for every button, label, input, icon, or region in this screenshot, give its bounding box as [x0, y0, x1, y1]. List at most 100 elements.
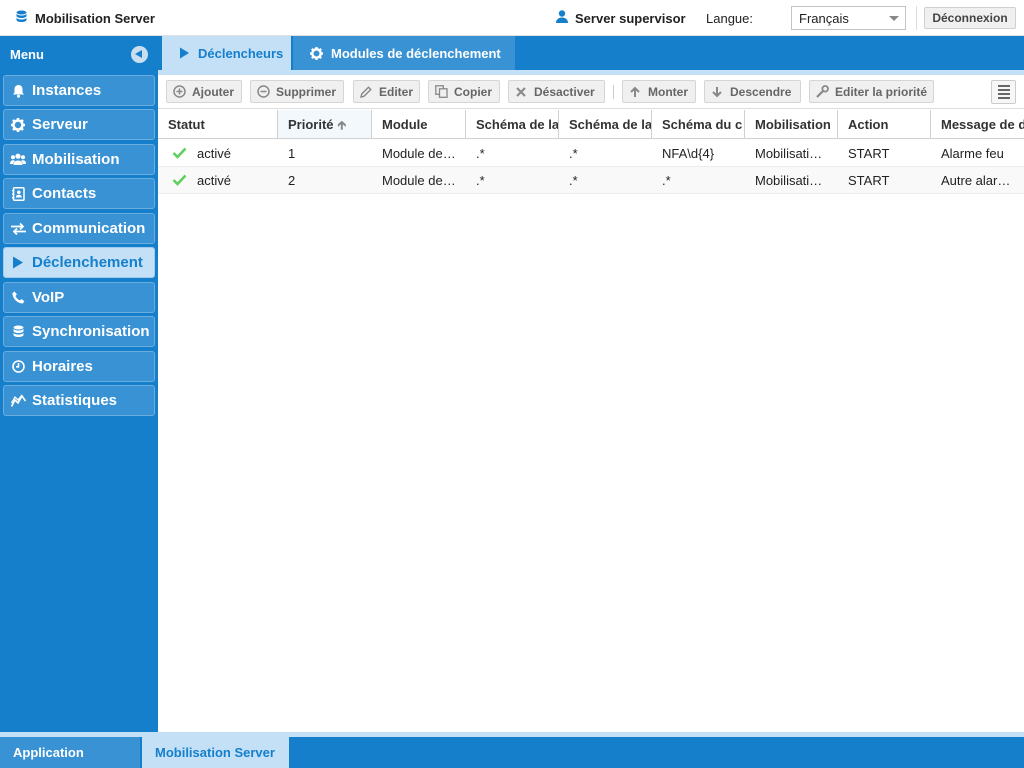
column-header-mobilisation[interactable]: Mobilisation: [745, 110, 838, 138]
sidebar-item-communication[interactable]: Communication: [3, 213, 155, 244]
copy-button[interactable]: Copier: [428, 80, 500, 103]
sidebar-item-serveur[interactable]: Serveur: [3, 109, 155, 140]
sidebar-item-contacts[interactable]: Contacts: [3, 178, 155, 209]
app-title: Mobilisation Server: [16, 10, 155, 27]
disable-button[interactable]: Désactiver: [508, 80, 605, 103]
language-label: Langue:: [706, 11, 753, 26]
cell-message: Alarme feu: [941, 146, 1004, 161]
column-header-action[interactable]: Action: [838, 110, 931, 138]
sidebar-item-label: Synchronisation: [32, 323, 150, 340]
collapse-icon[interactable]: [131, 46, 148, 63]
plus-circle-icon: [172, 85, 186, 99]
sidebar-item-label: VoIP: [32, 289, 65, 306]
address-book-icon: [10, 186, 26, 202]
sidebar-item-synchronisation[interactable]: Synchronisation: [3, 316, 155, 347]
add-button[interactable]: Ajouter: [166, 80, 242, 103]
language-value: Français: [799, 11, 849, 26]
sidebar-item-statistiques[interactable]: Statistiques: [3, 385, 155, 416]
header-divider: [916, 6, 917, 30]
cell-message: Autre alar…: [941, 173, 1011, 188]
column-menu-button[interactable]: [991, 80, 1016, 104]
sidebar-item-horaires[interactable]: Horaires: [3, 351, 155, 382]
app-title-text: Mobilisation Server: [35, 11, 155, 26]
status-text: activé: [197, 146, 231, 161]
language-select[interactable]: Français: [791, 6, 906, 30]
database-icon: [10, 324, 26, 340]
cell-schema-2: .*: [569, 146, 578, 161]
toolbar-separator: [613, 85, 614, 99]
cell-mobilisation: Mobilisati…: [755, 173, 823, 188]
tab-bar: Déclencheurs Modules de déclenchement: [158, 36, 1024, 70]
user-icon: [556, 10, 568, 26]
cell-statut: activé: [158, 140, 278, 167]
column-header-schema-1[interactable]: Schéma de la: [466, 110, 559, 138]
chevron-down-icon: [889, 16, 899, 21]
up-label: Monter: [648, 84, 688, 99]
close-icon: [514, 85, 528, 99]
exchange-icon: [10, 221, 26, 237]
sidebar-item-label: Communication: [32, 220, 146, 237]
sidebar-item-label: Statistiques: [32, 392, 118, 409]
toolbar: Ajouter Supprimer Editer Copier Désactiv…: [158, 75, 1024, 109]
sidebar-item-label: Mobilisation: [32, 151, 120, 168]
cell-schema-3: .*: [662, 173, 671, 188]
sidebar: Menu Instances Serveur Mobilisation Cont…: [0, 36, 158, 732]
user-menu[interactable]: Server supervisor: [556, 10, 686, 26]
footer-tabbar: Application Server Mobilisation Server: [0, 732, 1024, 768]
cell-module: Module de…: [382, 173, 456, 188]
logout-button[interactable]: Déconnexion: [924, 7, 1016, 29]
play-icon: [179, 47, 190, 59]
column-header-statut[interactable]: Statut: [158, 110, 278, 138]
grid-header: Statut Priorité 🡱 Module Schéma de la Sch…: [158, 110, 1024, 139]
sidebar-item-instances[interactable]: Instances: [3, 75, 155, 106]
clock-icon: [10, 359, 26, 375]
column-header-label: Priorité: [288, 117, 334, 132]
tab-modules-declenchement[interactable]: Modules de déclenchement: [293, 36, 515, 70]
sort-ascending-icon: 🡱: [337, 118, 347, 132]
cell-module: Module de…: [382, 146, 456, 161]
tab-label: Modules de déclenchement: [331, 45, 501, 61]
column-header-priorite[interactable]: Priorité 🡱: [278, 110, 372, 138]
hamburger-icon: [997, 85, 1010, 87]
column-header-schema-3[interactable]: Schéma du c: [652, 110, 745, 138]
sidebar-item-label: Instances: [32, 82, 102, 99]
disable-label: Désactiver: [534, 84, 595, 99]
column-header-message[interactable]: Message de d: [931, 110, 1024, 138]
column-header-module[interactable]: Module: [372, 110, 466, 138]
phone-icon: [10, 290, 26, 306]
play-icon: [10, 255, 26, 271]
column-header-schema-2[interactable]: Schéma de la: [559, 110, 652, 138]
sidebar-item-label: Déclenchement: [32, 254, 143, 271]
table-row[interactable]: activé 1 Module de… .* .* NFA\d{4} Mobil…: [158, 140, 1024, 167]
edit-label: Editer: [379, 84, 414, 99]
delete-button[interactable]: Supprimer: [250, 80, 344, 103]
gear-icon: [10, 117, 26, 133]
footer-tab-application-server[interactable]: Application Server: [0, 737, 140, 768]
database-icon: [16, 10, 27, 27]
table-row[interactable]: activé 2 Module de… .* .* .* Mobilisati……: [158, 167, 1024, 194]
sidebar-item-mobilisation[interactable]: Mobilisation: [3, 144, 155, 175]
tab-declencheurs[interactable]: Déclencheurs: [162, 36, 291, 70]
cell-mobilisation: Mobilisati…: [755, 146, 823, 161]
cell-statut: activé: [158, 167, 278, 194]
check-icon: [172, 168, 187, 194]
move-up-button[interactable]: Monter: [622, 80, 696, 103]
tab-label: Déclencheurs: [198, 45, 284, 61]
pencil-icon: [359, 85, 373, 99]
footer-tab-mobilisation-server[interactable]: Mobilisation Server: [142, 737, 289, 768]
cell-schema-3: NFA\d{4}: [662, 146, 715, 161]
sidebar-item-label: Contacts: [32, 185, 97, 202]
cell-schema-1: .*: [476, 146, 485, 161]
edit-priority-button[interactable]: Editer la priorité: [809, 80, 934, 103]
bell-icon: [10, 83, 26, 99]
user-name: Server supervisor: [575, 10, 686, 26]
arrow-down-icon: [710, 85, 724, 99]
edit-button[interactable]: Editer: [353, 80, 420, 103]
move-down-button[interactable]: Descendre: [704, 80, 801, 103]
down-label: Descendre: [730, 84, 792, 99]
sidebar-item-voip[interactable]: VoIP: [3, 282, 155, 313]
sidebar-item-declenchement[interactable]: Déclenchement: [3, 247, 155, 278]
copy-icon: [434, 85, 448, 99]
arrow-up-icon: [628, 85, 642, 99]
sidebar-item-label: Serveur: [32, 116, 88, 133]
